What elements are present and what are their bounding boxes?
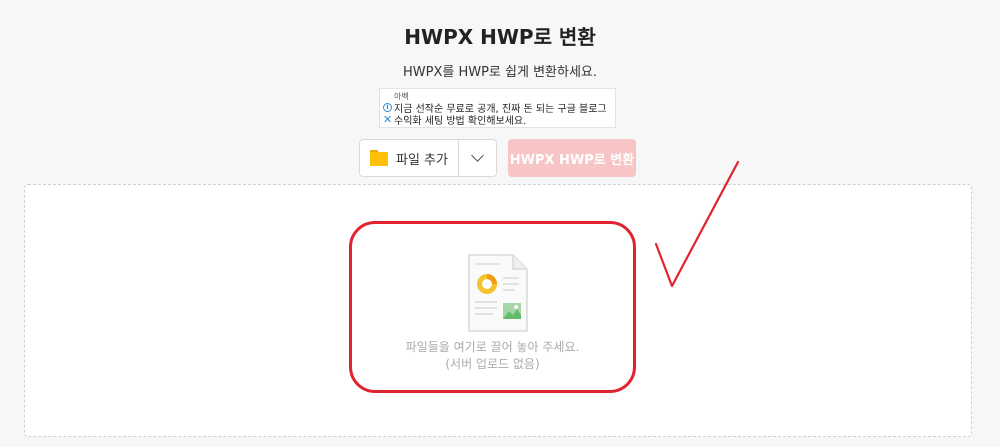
file-add-dropdown-toggle[interactable] <box>459 140 496 176</box>
drop-instruction: 파일들을 여기로 끌어 놓아 주세요. <box>405 340 580 354</box>
ad-banner[interactable]: 아벡 i ✕ 지금 선작순 무료로 공개, 진짜 돈 되는 구글 블로그 수익화… <box>379 88 616 128</box>
document-icon <box>468 254 528 332</box>
file-add-button[interactable]: 파일 추가 <box>360 140 459 176</box>
checkmark-annotation-icon <box>654 160 740 288</box>
file-add-split-button: 파일 추가 <box>359 139 497 177</box>
drop-note: (서버 업로드 없음) <box>445 357 540 371</box>
page-subtitle: HWPX를 HWP로 쉽게 변환하세요. <box>402 65 597 80</box>
file-add-label: 파일 추가 <box>396 152 448 168</box>
info-icon[interactable]: i <box>383 103 392 112</box>
convert-button[interactable]: HWPX HWP로 변환 <box>508 139 636 177</box>
folder-icon <box>370 150 388 166</box>
ad-text-line-2[interactable]: 수익화 세팅 방법 확인해보세요. <box>394 112 526 127</box>
page-title: HWPX HWP로 변환 <box>404 25 596 49</box>
chevron-down-icon <box>471 149 484 162</box>
close-icon[interactable]: ✕ <box>383 114 392 125</box>
